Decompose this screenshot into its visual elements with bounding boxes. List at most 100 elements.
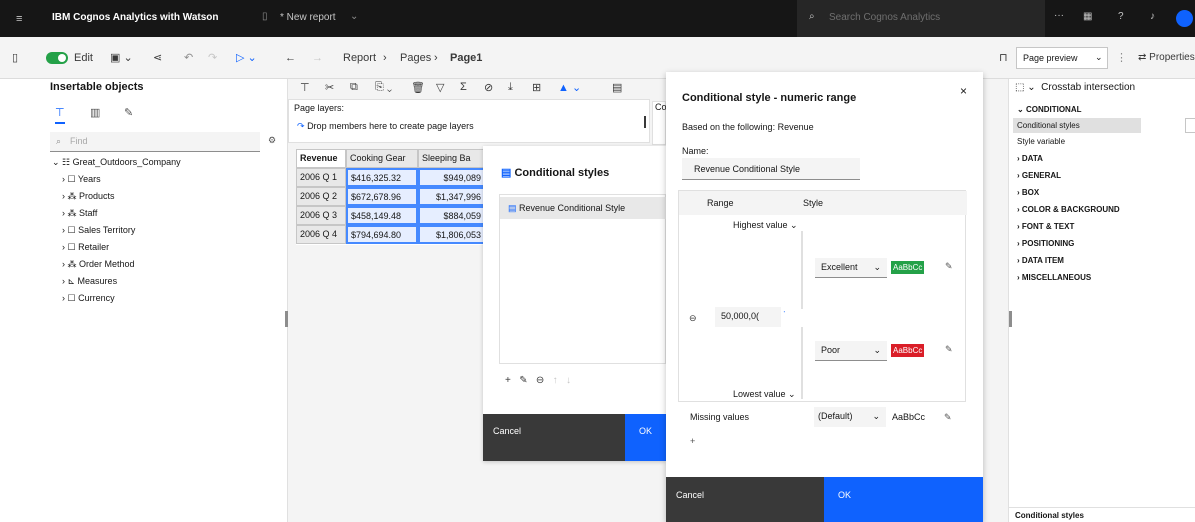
add-threshold-icon[interactable]: + (690, 436, 695, 446)
panel-toggle-icon[interactable]: ▯ (12, 37, 18, 79)
breadcrumb-pages[interactable]: Pages (400, 37, 431, 79)
share-icon[interactable]: ⋖ (153, 37, 162, 79)
column-header[interactable]: Sleeping Ba (418, 149, 486, 168)
grid-icon[interactable]: ▦ (1083, 11, 1092, 22)
menu-icon[interactable]: ≡ (16, 13, 22, 25)
close-icon[interactable]: × (960, 84, 967, 98)
section-box[interactable]: › BOX (1017, 188, 1039, 197)
style-variable-row[interactable]: Style variable (1017, 137, 1065, 146)
sort-icon[interactable]: ⤓ (508, 81, 513, 94)
table-cell[interactable]: $949,089 (418, 168, 486, 187)
section-positioning[interactable]: › POSITIONING (1017, 239, 1074, 248)
redo-icon[interactable]: ↷ (208, 37, 217, 79)
history-icon[interactable]: ⊘ (484, 81, 493, 94)
table-cell[interactable]: $1,347,996 (418, 187, 486, 206)
run-icon[interactable]: ▷ ⌄ (236, 37, 257, 79)
toolbox-tab-icon[interactable]: ▥ (90, 106, 100, 119)
table-cell[interactable]: $672,678.96 (346, 187, 418, 206)
breadcrumb-page1[interactable]: Page1 (450, 37, 482, 79)
edit-icon[interactable]: ✎ (519, 375, 527, 386)
list-item[interactable]: ▤ Revenue Conditional Style (500, 197, 666, 219)
chevron-down-icon[interactable]: ⌄ (350, 11, 358, 22)
source-tab-icon[interactable]: ⊤ (55, 106, 65, 124)
crosstab[interactable]: Revenue Cooking Gear Sleeping Ba 2006 Q … (296, 149, 486, 245)
crosstab-corner[interactable]: Revenue (296, 149, 346, 168)
report-tab[interactable]: * New report (280, 12, 336, 23)
highest-value-row[interactable]: Highest value ⌄ (733, 220, 798, 231)
table-cell[interactable]: $416,325.32 (346, 168, 418, 187)
ok-button[interactable]: OK (625, 414, 666, 461)
table-cell[interactable]: $1,806,053 (418, 225, 486, 244)
text-icon[interactable]: ▤ (612, 81, 622, 94)
remove-icon[interactable]: ⊖ (536, 375, 544, 386)
tree-item-products[interactable]: › ⁂ Products (62, 191, 115, 202)
bell-icon[interactable]: ♪ (1150, 11, 1155, 22)
edit-style-icon[interactable]: ✎ (944, 412, 952, 423)
cancel-button[interactable]: Cancel (666, 477, 824, 522)
table-cell[interactable]: $794,694.80 (346, 225, 418, 244)
threshold-input[interactable]: 50,000,0( (715, 307, 781, 327)
column-header[interactable]: Cooking Gear (346, 149, 418, 168)
missing-values-select[interactable]: (Default) ⌄ (814, 407, 886, 427)
section-data-item[interactable]: › DATA ITEM (1017, 256, 1064, 265)
pen-tab-icon[interactable]: ✎ (124, 106, 133, 119)
forward-icon[interactable]: → (312, 37, 323, 79)
tree-item-staff[interactable]: › ⁂ Staff (62, 208, 97, 219)
tree-root[interactable]: ⌄ ☷ Great_Outdoors_Company (52, 157, 181, 168)
lock-icon[interactable]: ⊓ (999, 37, 1008, 79)
section-miscellaneous[interactable]: › MISCELLANEOUS (1017, 273, 1091, 282)
filter-funnel-icon[interactable]: ▽ (436, 81, 444, 94)
delete-icon[interactable]: 🗑︎ (411, 81, 425, 94)
settings-icon[interactable]: ⚙ (268, 135, 276, 146)
row-header[interactable]: 2006 Q 4 (296, 225, 346, 244)
tree-item-order-method[interactable]: › ⁂ Order Method (62, 259, 135, 270)
tree-item-measures[interactable]: › ⊾ Measures (62, 276, 117, 287)
property-value-button[interactable] (1185, 118, 1195, 133)
cancel-button[interactable]: Cancel (483, 414, 625, 461)
section-data[interactable]: › DATA (1017, 154, 1043, 163)
copy-icon[interactable]: ⧉ (350, 81, 358, 94)
threshold-marker-icon[interactable]: ᐧ (783, 307, 785, 318)
more-icon[interactable]: ··· (1054, 10, 1064, 21)
help-icon[interactable]: ? (1118, 11, 1124, 22)
tree-item-retailer[interactable]: › ☐ Retailer (62, 242, 109, 253)
properties-header[interactable]: ⬚ ⌄ Crosstab intersection (1015, 82, 1135, 93)
page-layers-area[interactable]: Page layers: ↷ Drop members here to crea… (288, 99, 650, 143)
style-select-excellent[interactable]: Excellent ⌄ (815, 258, 887, 278)
edit-style-icon[interactable]: ✎ (945, 344, 953, 355)
tree-item-currency[interactable]: › ☐ Currency (62, 293, 115, 304)
table-cell[interactable]: $884,059 (418, 206, 486, 225)
table-icon[interactable]: ⊞ (532, 81, 541, 94)
row-header[interactable]: 2006 Q 1 (296, 168, 346, 187)
section-color-background[interactable]: › COLOR & BACKGROUND (1017, 205, 1120, 214)
style-select-poor[interactable]: Poor ⌄ (815, 341, 887, 361)
row-header[interactable]: 2006 Q 2 (296, 187, 346, 206)
page-preview-select[interactable]: Page preview ⌄ (1016, 47, 1108, 69)
paste-icon[interactable]: ⎘ ⌄ (375, 81, 392, 94)
move-up-icon[interactable]: ↑ (553, 375, 558, 386)
resize-handle[interactable] (1009, 311, 1012, 327)
row-header[interactable]: 2006 Q 3 (296, 206, 346, 225)
save-icon[interactable]: ▣ ⌄ (110, 37, 133, 79)
tree-item-years[interactable]: › ☐ Years (62, 174, 101, 185)
back-icon[interactable]: ← (285, 37, 296, 79)
context-area[interactable]: Co (652, 101, 667, 145)
cut-icon[interactable]: ✂ (325, 81, 334, 94)
edit-toggle[interactable] (46, 52, 68, 64)
style-icon[interactable]: ▲ ⌄ (558, 81, 581, 94)
section-font-text[interactable]: › FONT & TEXT (1017, 222, 1074, 231)
undo-icon[interactable]: ↶ (184, 37, 193, 79)
remove-threshold-icon[interactable]: ⊖ (689, 313, 697, 324)
add-icon[interactable]: + (505, 375, 511, 386)
conditional-styles-row[interactable]: Conditional styles (1013, 118, 1141, 133)
table-cell[interactable]: $458,149.48 (346, 206, 418, 225)
section-general[interactable]: › GENERAL (1017, 171, 1061, 180)
avatar[interactable] (1176, 10, 1193, 27)
ok-button[interactable]: OK (824, 477, 983, 522)
lowest-value-row[interactable]: Lowest value ⌄ (733, 389, 796, 400)
tree-item-sales-territory[interactable]: › ☐ Sales Territory (62, 225, 135, 236)
edit-style-icon[interactable]: ✎ (945, 261, 953, 272)
find-input[interactable]: ⌕ Find (50, 132, 260, 152)
filter-icon[interactable]: ⊤ (300, 81, 310, 94)
move-down-icon[interactable]: ↓ (566, 375, 571, 386)
